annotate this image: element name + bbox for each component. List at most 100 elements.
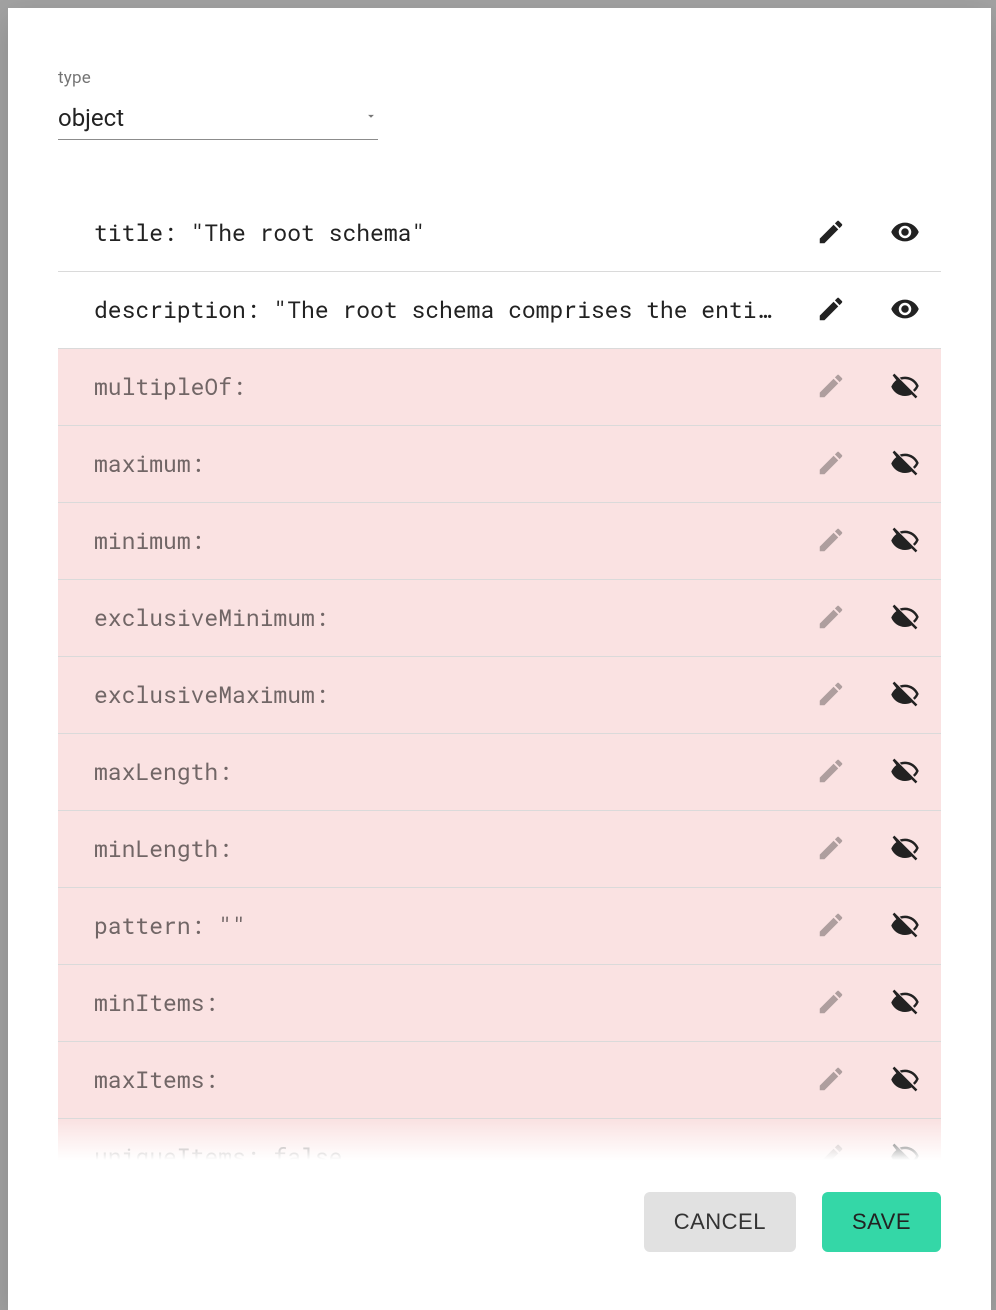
pencil-icon — [816, 833, 846, 866]
pencil-icon — [816, 1141, 846, 1161]
type-field: type object — [58, 68, 378, 140]
pencil-icon — [816, 217, 846, 250]
eye-off-icon — [890, 448, 920, 481]
property-row-maxItems: maxItems: — [58, 1042, 941, 1119]
row-actions — [813, 523, 923, 559]
dialog-content: type object title: "The root schema" desc… — [8, 8, 991, 1160]
eye-off-icon — [890, 679, 920, 712]
edit-button[interactable] — [813, 215, 849, 251]
edit-button[interactable] — [813, 369, 849, 405]
pencil-icon — [816, 525, 846, 558]
edit-button[interactable] — [813, 985, 849, 1021]
visibility-toggle[interactable] — [887, 677, 923, 713]
property-text: minLength: — [94, 834, 813, 864]
visibility-toggle[interactable] — [887, 215, 923, 251]
visibility-toggle[interactable] — [887, 600, 923, 636]
pencil-icon — [816, 371, 846, 404]
edit-button[interactable] — [813, 446, 849, 482]
row-actions — [813, 754, 923, 790]
property-text: title: "The root schema" — [94, 218, 813, 248]
property-row-description: description: "The root schema comprises … — [58, 272, 941, 349]
eye-off-icon — [890, 987, 920, 1020]
row-actions — [813, 369, 923, 405]
eye-icon — [890, 217, 920, 250]
property-row-exclusiveMaximum: exclusiveMaximum: — [58, 657, 941, 734]
edit-button[interactable] — [813, 677, 849, 713]
pencil-icon — [816, 602, 846, 635]
property-text: minItems: — [94, 988, 813, 1018]
dialog-footer: Cancel Save — [8, 1170, 991, 1310]
row-actions — [813, 1062, 923, 1098]
property-row-minLength: minLength: — [58, 811, 941, 888]
property-text: maxLength: — [94, 757, 813, 787]
visibility-toggle[interactable] — [887, 908, 923, 944]
property-list: title: "The root schema" description: "Th… — [58, 195, 941, 1160]
type-select-value: object — [58, 104, 124, 132]
visibility-toggle[interactable] — [887, 292, 923, 328]
property-text: uniqueItems: false — [94, 1142, 813, 1160]
row-actions — [813, 600, 923, 636]
eye-off-icon — [890, 910, 920, 943]
property-text: exclusiveMinimum: — [94, 603, 813, 633]
pencil-icon — [816, 987, 846, 1020]
visibility-toggle[interactable] — [887, 754, 923, 790]
pencil-icon — [816, 756, 846, 789]
caret-down-icon — [364, 108, 378, 127]
property-row-maximum: maximum: — [58, 426, 941, 503]
pencil-icon — [816, 294, 846, 327]
row-actions — [813, 985, 923, 1021]
row-actions — [813, 677, 923, 713]
property-row-maxLength: maxLength: — [58, 734, 941, 811]
property-row-minItems: minItems: — [58, 965, 941, 1042]
property-row-pattern: pattern: "" — [58, 888, 941, 965]
edit-button[interactable] — [813, 831, 849, 867]
pencil-icon — [816, 448, 846, 481]
visibility-toggle[interactable] — [887, 831, 923, 867]
property-row-exclusiveMinimum: exclusiveMinimum: — [58, 580, 941, 657]
type-select[interactable]: object — [58, 96, 378, 140]
eye-off-icon — [890, 371, 920, 404]
property-text: description: "The root schema comprises … — [94, 295, 813, 325]
cancel-button[interactable]: Cancel — [644, 1192, 796, 1252]
schema-edit-dialog: type object title: "The root schema" desc… — [8, 8, 991, 1310]
edit-button[interactable] — [813, 1139, 849, 1160]
visibility-toggle[interactable] — [887, 369, 923, 405]
eye-off-icon — [890, 602, 920, 635]
edit-button[interactable] — [813, 1062, 849, 1098]
pencil-icon — [816, 1064, 846, 1097]
property-text: maxItems: — [94, 1065, 813, 1095]
save-button[interactable]: Save — [822, 1192, 941, 1252]
row-actions — [813, 446, 923, 482]
visibility-toggle[interactable] — [887, 446, 923, 482]
row-actions — [813, 831, 923, 867]
edit-button[interactable] — [813, 523, 849, 559]
row-actions — [813, 292, 923, 328]
row-actions — [813, 215, 923, 251]
visibility-toggle[interactable] — [887, 985, 923, 1021]
property-text: multipleOf: — [94, 372, 813, 402]
visibility-toggle[interactable] — [887, 523, 923, 559]
edit-button[interactable] — [813, 600, 849, 636]
visibility-toggle[interactable] — [887, 1062, 923, 1098]
edit-button[interactable] — [813, 292, 849, 328]
visibility-toggle[interactable] — [887, 1139, 923, 1160]
eye-off-icon — [890, 1141, 920, 1161]
type-field-label: type — [58, 68, 378, 88]
property-row-minimum: minimum: — [58, 503, 941, 580]
pencil-icon — [816, 679, 846, 712]
property-text: pattern: "" — [94, 911, 813, 941]
property-text: exclusiveMaximum: — [94, 680, 813, 710]
eye-off-icon — [890, 1064, 920, 1097]
property-text: maximum: — [94, 449, 813, 479]
eye-icon — [890, 294, 920, 327]
pencil-icon — [816, 910, 846, 943]
property-row-uniqueItems: uniqueItems: false — [58, 1119, 941, 1160]
row-actions — [813, 908, 923, 944]
eye-off-icon — [890, 756, 920, 789]
edit-button[interactable] — [813, 754, 849, 790]
property-row-multipleOf: multipleOf: — [58, 349, 941, 426]
eye-off-icon — [890, 833, 920, 866]
row-actions — [813, 1139, 923, 1160]
property-text: minimum: — [94, 526, 813, 556]
edit-button[interactable] — [813, 908, 849, 944]
